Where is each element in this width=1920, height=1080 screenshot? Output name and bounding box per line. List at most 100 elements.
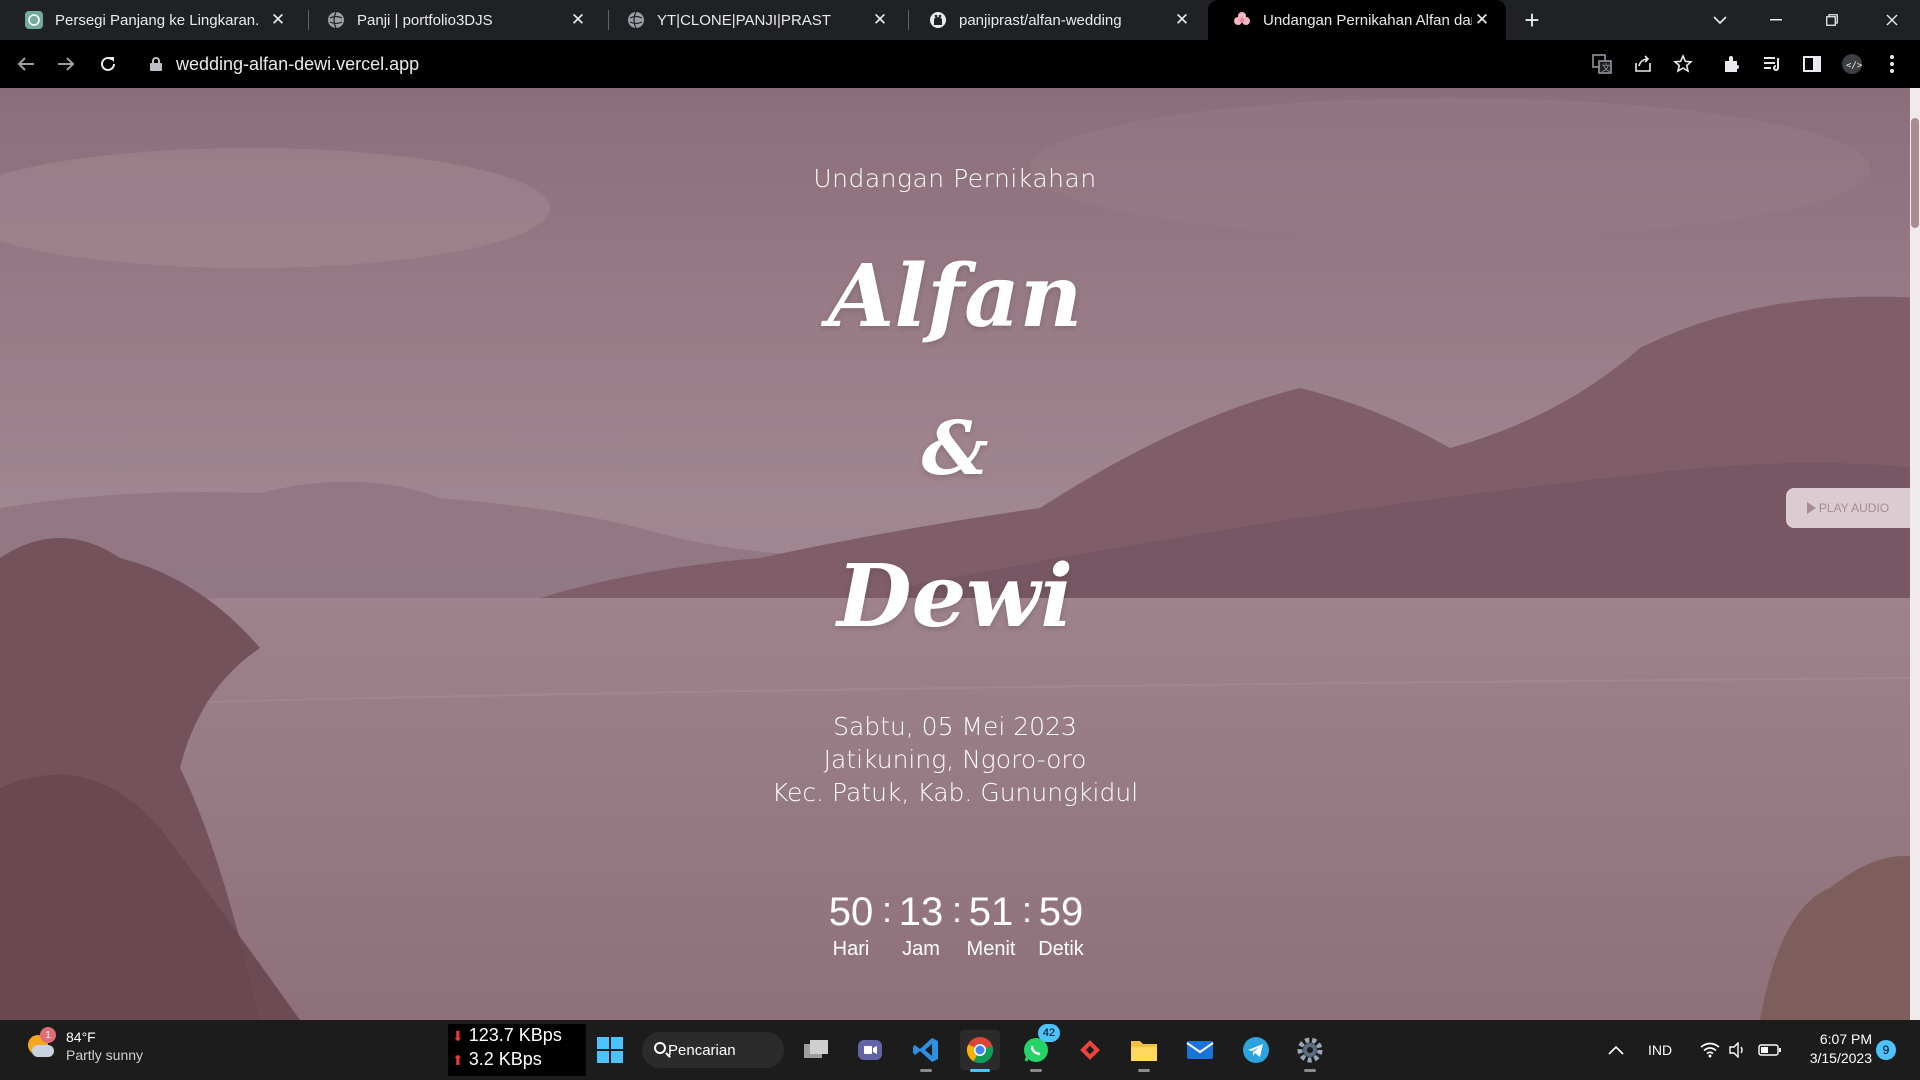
close-icon[interactable]: ✕ (568, 10, 588, 30)
tab-3[interactable]: YT|CLONE|PANJI|PRAST ✕ (602, 0, 904, 40)
task-view-icon[interactable] (796, 1030, 836, 1070)
download-speed: 123.7 KBps (468, 1025, 562, 1045)
browser-toolbar: wedding-alfan-dewi.vercel.app 文 </> (0, 40, 1920, 88)
play-audio-label: PLAY AUDIO (1818, 501, 1890, 515)
running-indicator (970, 1069, 990, 1072)
vscode-icon[interactable] (906, 1030, 946, 1072)
bookmark-star-icon[interactable] (1671, 52, 1695, 76)
ampersand: & (921, 406, 989, 492)
kebab-menu-icon[interactable] (1880, 52, 1904, 76)
event-details: Sabtu, 05 Mei 2023 Jatikuning, Ngoro-oro… (0, 710, 1910, 809)
weather-widget[interactable]: 1 84°F Partly sunny (24, 1027, 143, 1064)
countdown-seconds-label: Detik (1038, 938, 1084, 960)
tab-search-icon[interactable] (1692, 0, 1748, 40)
tab-4[interactable]: panjiprast/alfan-wedding ✕ (904, 0, 1206, 40)
tab-title: panjiprast/alfan-wedding (959, 11, 1122, 29)
svg-text:文: 文 (1602, 62, 1611, 74)
countdown-days-value: 50 (828, 890, 874, 934)
clock-date: 3/15/2023 (1809, 1050, 1872, 1066)
url-text[interactable]: wedding-alfan-dewi.vercel.app (176, 54, 419, 75)
profile-avatar-icon[interactable]: </> (1840, 52, 1864, 76)
countdown-hours-label: Jam (902, 938, 940, 960)
countdown-seconds: 59 Detik (1030, 888, 1092, 962)
countdown-seconds-value: 59 (1038, 890, 1084, 934)
address-bar[interactable]: wedding-alfan-dewi.vercel.app (140, 46, 1540, 82)
reload-icon[interactable] (94, 50, 122, 78)
lock-icon[interactable] (150, 57, 162, 71)
globe-icon (326, 10, 346, 30)
share-icon[interactable] (1631, 52, 1655, 76)
countdown-minutes-label: Menit (966, 938, 1016, 960)
language-label: IND (1648, 1042, 1673, 1058)
side-panel-icon[interactable] (1800, 52, 1824, 76)
flower-icon (1232, 10, 1252, 30)
show-hidden-icons-chevron-icon[interactable] (1608, 1020, 1624, 1080)
mail-icon[interactable] (1180, 1030, 1220, 1070)
extensions-icon[interactable] (1720, 52, 1744, 76)
groom-name: Alfan (827, 246, 1083, 347)
translate-icon[interactable]: 文 (1590, 52, 1614, 76)
countdown-hours-value: 13 (898, 890, 944, 934)
invitation-title: Undangan Pernikahan (813, 164, 1097, 193)
language-indicator[interactable]: IND (1648, 1020, 1672, 1080)
system-clock[interactable]: 6:07 PM 3/15/2023 (1798, 1030, 1872, 1068)
search-icon (654, 1042, 666, 1054)
svg-text:</>: </> (1846, 61, 1863, 71)
clock-time: 6:07 PM (1819, 1031, 1872, 1047)
countdown-minutes: 51 Menit (960, 888, 1022, 962)
wifi-icon[interactable] (1700, 1020, 1720, 1080)
settings-gear-icon[interactable] (1290, 1030, 1330, 1072)
countdown-separator: : (952, 889, 963, 930)
telegram-icon[interactable] (1236, 1030, 1276, 1070)
tab-2[interactable]: Panji | portfolio3DJS ✕ (302, 0, 602, 40)
download-arrow-icon: ⬇ (452, 1028, 464, 1044)
tab-5-active[interactable]: Undangan Pernikahan Alfan dan ✕ (1208, 0, 1506, 40)
forward-icon[interactable] (52, 50, 80, 78)
tab-1[interactable]: Persegi Panjang ke Lingkaran. ✕ (0, 0, 302, 40)
play-audio-button[interactable]: PLAY AUDIO (1786, 488, 1910, 528)
countdown-separator: : (1022, 889, 1033, 930)
battery-icon[interactable] (1758, 1020, 1782, 1080)
whatsapp-badge: 42 (1038, 1024, 1060, 1042)
page-scrollbar-thumb[interactable] (1911, 118, 1919, 228)
minimize-icon[interactable] (1748, 0, 1804, 40)
network-speed-meter: ⬇ 123.7 KBps ⬆ 3.2 KBps (448, 1024, 586, 1076)
upload-speed: 3.2 KBps (468, 1049, 542, 1069)
tab-title: YT|CLONE|PANJI|PRAST (657, 11, 831, 29)
tab-title: Persegi Panjang ke Lingkaran. (55, 11, 260, 29)
close-icon[interactable]: ✕ (268, 10, 288, 30)
file-explorer-icon[interactable] (1124, 1030, 1164, 1072)
close-icon[interactable]: ✕ (1172, 10, 1192, 30)
bride-name: Dewi (837, 546, 1073, 647)
close-icon[interactable]: ✕ (870, 10, 890, 30)
running-indicator (1138, 1069, 1150, 1072)
taskbar-search[interactable]: Pencarian (642, 1032, 784, 1068)
new-tab-button[interactable]: + (1518, 5, 1546, 35)
close-icon[interactable]: ✕ (1472, 10, 1492, 30)
chrome-icon[interactable] (960, 1030, 1000, 1072)
back-icon[interactable] (12, 50, 40, 78)
partly-sunny-icon: 1 (24, 1027, 56, 1061)
event-date: Sabtu, 05 Mei 2023 (833, 712, 1077, 741)
countdown-days-label: Hari (832, 938, 870, 960)
restore-icon[interactable] (1804, 0, 1860, 40)
countdown-days: 50 Hari (820, 888, 882, 962)
whatsapp-icon[interactable]: 42 (1016, 1024, 1060, 1072)
countdown-minutes-value: 51 (968, 890, 1014, 934)
window-close-icon[interactable] (1864, 0, 1920, 40)
notification-badge[interactable]: 9 (1876, 1040, 1896, 1060)
running-indicator (920, 1069, 932, 1072)
search-label: Pencarian (668, 1041, 736, 1059)
teams-chat-icon[interactable] (850, 1030, 890, 1070)
reading-list-icon[interactable] (1760, 52, 1784, 76)
volume-icon[interactable] (1728, 1020, 1748, 1080)
page-viewport: Undangan Pernikahan Alfan & Dewi Sabtu, … (0, 88, 1920, 1020)
anydesk-icon[interactable] (1070, 1030, 1110, 1070)
upload-arrow-icon: ⬆ (452, 1052, 464, 1068)
globe-icon (626, 10, 646, 30)
windows-start-icon[interactable] (590, 1030, 630, 1070)
play-icon (1806, 502, 1816, 514)
event-location-line2: Kec. Patuk, Kab. Gunungkidul (771, 778, 1139, 807)
invitation-hero: Undangan Pernikahan Alfan & Dewi Sabtu, … (0, 88, 1910, 1020)
chatgpt-icon (24, 10, 44, 30)
